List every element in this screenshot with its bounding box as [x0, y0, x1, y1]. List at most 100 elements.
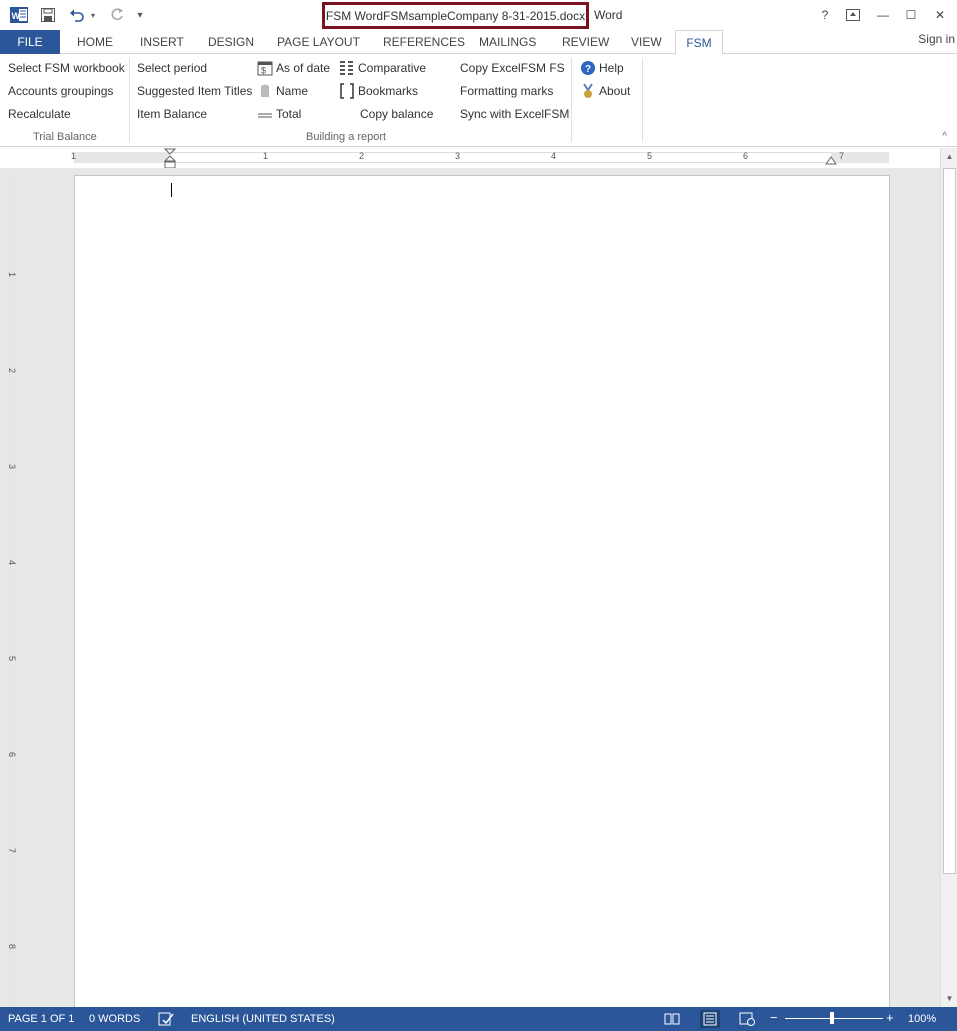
tab-insert[interactable]: INSERT: [140, 30, 184, 54]
ruler-label: 5: [647, 151, 653, 161]
save-icon[interactable]: [38, 5, 58, 25]
group-separator: [571, 58, 572, 142]
text-cursor: [171, 183, 172, 197]
tab-design[interactable]: DESIGN: [208, 30, 254, 54]
right-indent-marker-icon[interactable]: [825, 154, 837, 166]
select-period-button[interactable]: Select period: [137, 58, 207, 78]
horizontal-ruler[interactable]: 1 1 2 3 4 5 6 7: [0, 148, 940, 170]
document-page[interactable]: [74, 175, 890, 1007]
ruler-label: 3: [455, 151, 461, 161]
tab-page-layout[interactable]: PAGE LAYOUT: [277, 30, 360, 54]
word-count[interactable]: 0 WORDS: [89, 1013, 140, 1025]
vertical-ruler[interactable]: 1 2 3 4 5 6 7 8: [6, 176, 18, 1007]
help-icon[interactable]: ?: [814, 5, 836, 25]
zoom-in-button[interactable]: +: [886, 1010, 894, 1025]
bookmarks-label: Bookmarks: [358, 84, 419, 98]
proofing-icon[interactable]: [158, 1011, 174, 1030]
customize-toolbar-icon[interactable]: ▾: [134, 5, 146, 25]
scroll-up-button[interactable]: ▲: [942, 149, 957, 164]
tab-review[interactable]: REVIEW: [562, 30, 609, 54]
ruler-label: 3: [7, 464, 17, 470]
svg-text:?: ?: [585, 64, 591, 75]
title-bar: W ▾ ▾ FSM WordFSMsampleCompany 8-31-2015…: [0, 0, 957, 30]
minimize-icon[interactable]: —: [872, 5, 894, 25]
group-label-building-report: Building a report: [306, 131, 387, 143]
comparative-button[interactable]: Comparative: [339, 58, 426, 78]
group-separator: [129, 58, 130, 142]
ribbon-fsm: Select FSM workbook Accounts groupings R…: [0, 54, 957, 147]
tab-mailings[interactable]: MAILINGS: [479, 30, 536, 54]
as-of-date-label: As of date: [276, 61, 331, 75]
group-label-trial-balance: Trial Balance: [33, 131, 97, 143]
undo-dropdown-icon[interactable]: ▾: [88, 5, 98, 25]
tab-fsm[interactable]: FSM: [675, 30, 723, 55]
medal-icon: [580, 83, 596, 99]
help-circle-icon: ?: [580, 60, 596, 76]
svg-text:W: W: [12, 11, 21, 21]
item-balance-button[interactable]: Item Balance: [137, 104, 207, 124]
ruler-label: 2: [359, 151, 365, 161]
scroll-thumb[interactable]: [943, 168, 956, 874]
bookmarks-button[interactable]: Bookmarks: [339, 81, 418, 101]
sign-in-link[interactable]: Sign in: [918, 32, 955, 46]
suggested-item-titles-button[interactable]: Suggested Item Titles: [137, 81, 252, 101]
help-button[interactable]: ? Help: [580, 58, 624, 78]
ruler-label: 5: [7, 656, 17, 662]
web-layout-icon[interactable]: [739, 1011, 755, 1030]
language-indicator[interactable]: ENGLISH (UNITED STATES): [191, 1013, 335, 1025]
calendar-dollar-icon: $: [257, 60, 273, 76]
copy-excelfsm-fs-button[interactable]: Copy ExcelFSM FS: [460, 58, 565, 78]
select-fsm-workbook-button[interactable]: Select FSM workbook: [8, 58, 125, 78]
tab-references[interactable]: REFERENCES: [383, 30, 465, 54]
ruler-label: 1: [7, 272, 17, 278]
name-button[interactable]: Name: [257, 81, 308, 101]
ruler-text-area: [169, 152, 831, 163]
close-icon[interactable]: ✕: [929, 5, 951, 25]
ruler-label: 1: [263, 151, 269, 161]
double-underline-icon: [257, 106, 273, 122]
ribbon-tabs: FILE HOME INSERT DESIGN PAGE LAYOUT REFE…: [0, 30, 957, 55]
zoom-slider-thumb[interactable]: [830, 1012, 834, 1024]
scroll-down-button[interactable]: ▼: [942, 991, 957, 1006]
as-of-date-button[interactable]: $ As of date: [257, 58, 330, 78]
vertical-scrollbar[interactable]: ▲ ▼: [940, 148, 957, 1007]
formatting-marks-button[interactable]: Formatting marks: [460, 81, 553, 101]
comparative-label: Comparative: [358, 61, 427, 75]
page-count[interactable]: PAGE 1 OF 1: [8, 1013, 74, 1025]
group-separator: [642, 58, 643, 142]
ruler-label: 8: [7, 944, 17, 950]
maximize-icon[interactable]: ☐: [900, 5, 922, 25]
collapse-ribbon-icon[interactable]: ^: [942, 131, 947, 142]
zoom-level[interactable]: 100%: [908, 1013, 936, 1025]
name-tag-icon: [257, 83, 273, 99]
total-button[interactable]: Total: [257, 104, 301, 124]
tab-view[interactable]: VIEW: [631, 30, 662, 54]
accounts-groupings-button[interactable]: Accounts groupings: [8, 81, 113, 101]
about-button[interactable]: About: [580, 81, 630, 101]
copy-balance-button[interactable]: Copy balance: [360, 104, 433, 124]
ruler-label: 2: [7, 368, 17, 374]
name-label: Name: [276, 84, 309, 98]
ruler-label: 7: [7, 848, 17, 854]
redo-icon[interactable]: [107, 5, 127, 25]
read-mode-icon[interactable]: [664, 1011, 680, 1030]
sync-with-excelfsm-button[interactable]: Sync with ExcelFSM: [460, 104, 569, 124]
zoom-slider[interactable]: [785, 1018, 883, 1019]
tab-file[interactable]: FILE: [0, 30, 60, 54]
columns-icon: [339, 60, 355, 76]
zoom-out-button[interactable]: −: [770, 1010, 778, 1025]
app-name: Word: [594, 8, 623, 22]
ribbon-display-options-icon[interactable]: [842, 5, 864, 25]
word-app-icon[interactable]: W: [9, 5, 29, 25]
total-label: Total: [276, 107, 302, 121]
ruler-label: 6: [743, 151, 749, 161]
recalculate-button[interactable]: Recalculate: [8, 104, 71, 124]
ruler-label: 4: [7, 560, 17, 566]
document-workspace: 1 2 3 4 5 6 7 8: [0, 168, 940, 1007]
indent-marker-icon[interactable]: [164, 148, 176, 170]
undo-icon[interactable]: [66, 5, 88, 25]
document-title: FSM WordFSMsampleCompany 8-31-2015.docx: [322, 2, 589, 29]
status-bar: PAGE 1 OF 1 0 WORDS ENGLISH (UNITED STAT…: [0, 1007, 957, 1031]
tab-home[interactable]: HOME: [77, 30, 113, 54]
print-layout-icon[interactable]: [700, 1010, 720, 1028]
